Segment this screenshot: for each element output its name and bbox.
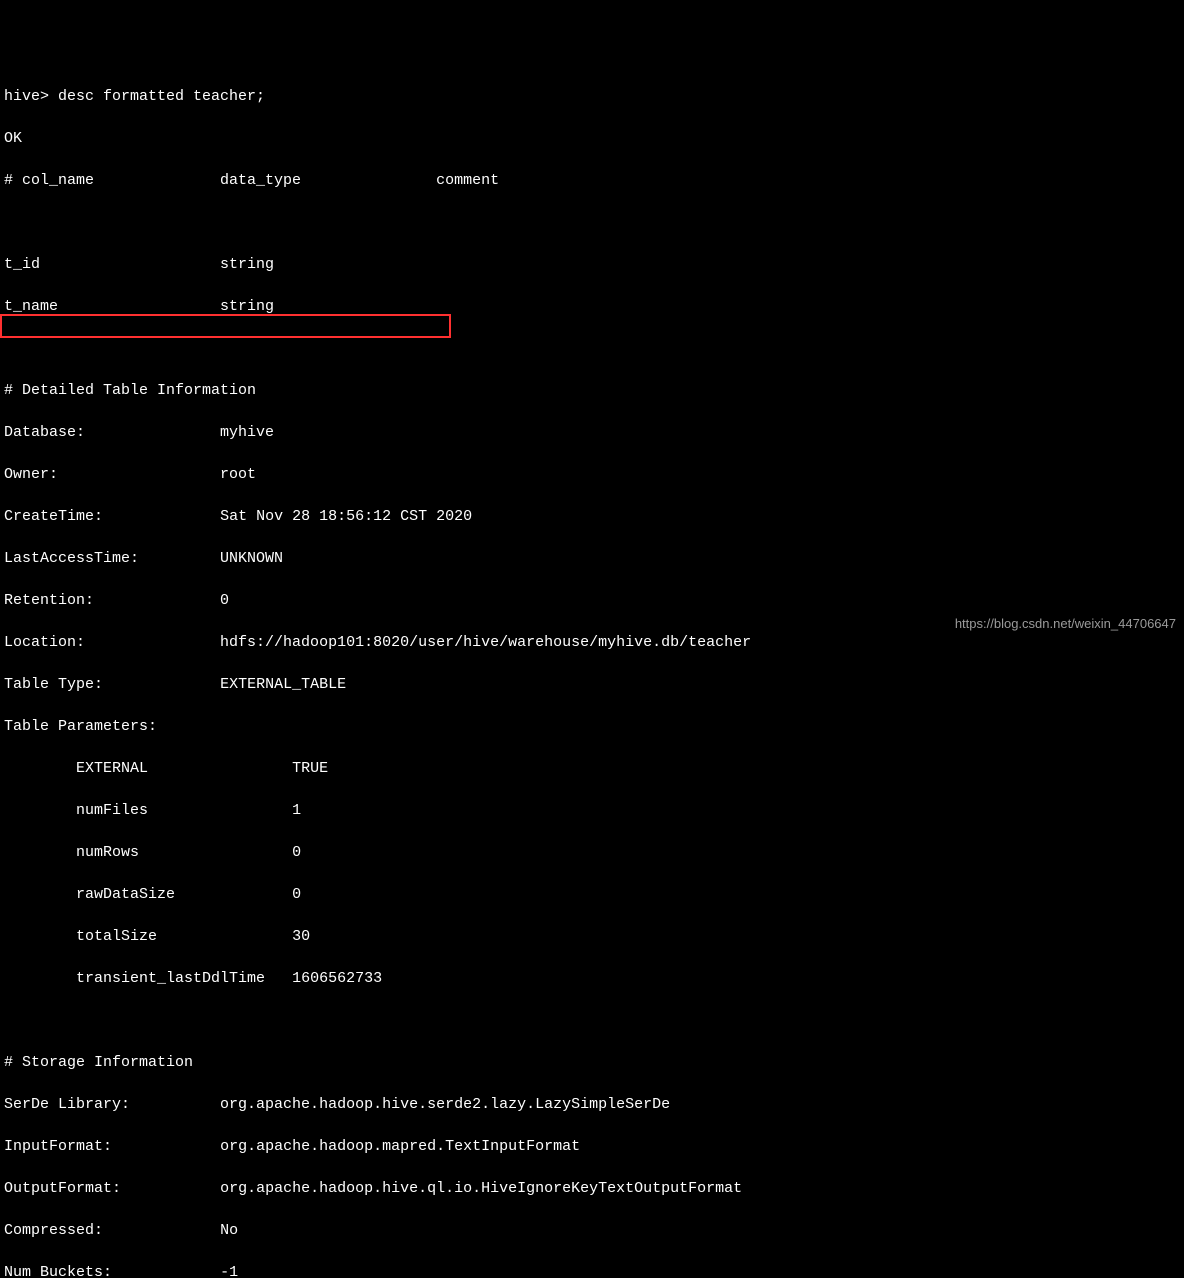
serde-row: SerDe Library: org.apache.hadoop.hive.se… — [4, 1094, 1180, 1115]
retention-row: Retention: 0 — [4, 590, 1180, 611]
location-row: Location: hdfs://hadoop101:8020/user/hiv… — [4, 632, 1180, 653]
param-label: EXTERNAL — [76, 760, 148, 777]
detailed-header: # Detailed Table Information — [4, 380, 1180, 401]
label: InputFormat: — [4, 1138, 112, 1155]
col-name: t_name — [4, 298, 58, 315]
label: Location: — [4, 634, 85, 651]
param-label: numRows — [76, 844, 139, 861]
compressed-row: Compressed: No — [4, 1220, 1180, 1241]
label: Table Type: — [4, 676, 103, 693]
header-data-type: data_type — [220, 172, 301, 189]
header-comment: comment — [436, 172, 499, 189]
param-value: 0 — [292, 844, 301, 861]
column-row: t_name string — [4, 296, 1180, 317]
blank-line — [4, 338, 1180, 359]
value: No — [220, 1222, 238, 1239]
header-col-name: # col_name — [4, 172, 94, 189]
param-label: numFiles — [76, 802, 148, 819]
value: myhive — [220, 424, 274, 441]
param-row: numFiles 1 — [4, 800, 1180, 821]
value: Sat Nov 28 18:56:12 CST 2020 — [220, 508, 472, 525]
ok-line: OK — [4, 128, 1180, 149]
value: org.apache.hadoop.mapred.TextInputFormat — [220, 1138, 580, 1155]
value: hdfs://hadoop101:8020/user/hive/warehous… — [220, 634, 751, 651]
param-row: totalSize 30 — [4, 926, 1180, 947]
value: EXTERNAL_TABLE — [220, 676, 346, 693]
value: 0 — [220, 592, 229, 609]
param-value: 0 — [292, 886, 301, 903]
value: root — [220, 466, 256, 483]
param-label: rawDataSize — [76, 886, 175, 903]
value: UNKNOWN — [220, 550, 283, 567]
blank-line — [4, 1010, 1180, 1031]
command-prompt[interactable]: hive> desc formatted teacher; — [4, 86, 1180, 107]
param-row: transient_lastDdlTime 1606562733 — [4, 968, 1180, 989]
param-label: totalSize — [76, 928, 157, 945]
database-row: Database: myhive — [4, 422, 1180, 443]
param-value: 1606562733 — [292, 970, 382, 987]
param-label: transient_lastDdlTime — [76, 970, 265, 987]
param-row: rawDataSize 0 — [4, 884, 1180, 905]
param-value: 1 — [292, 802, 301, 819]
storage-header: # Storage Information — [4, 1052, 1180, 1073]
col-type: string — [220, 298, 274, 315]
input-row: InputFormat: org.apache.hadoop.mapred.Te… — [4, 1136, 1180, 1157]
watermark: https://blog.csdn.net/weixin_44706647 — [955, 615, 1176, 633]
param-row: numRows 0 — [4, 842, 1180, 863]
tableparams-row: Table Parameters: — [4, 716, 1180, 737]
label: Compressed: — [4, 1222, 103, 1239]
label: CreateTime: — [4, 508, 103, 525]
column-row: t_id string — [4, 254, 1180, 275]
tabletype-row: Table Type: EXTERNAL_TABLE — [4, 674, 1180, 695]
value: org.apache.hadoop.hive.ql.io.HiveIgnoreK… — [220, 1180, 742, 1197]
label: Database: — [4, 424, 85, 441]
param-value: 30 — [292, 928, 310, 945]
owner-row: Owner: root — [4, 464, 1180, 485]
label: Owner: — [4, 466, 58, 483]
col-name: t_id — [4, 256, 40, 273]
col-type: string — [220, 256, 274, 273]
label: SerDe Library: — [4, 1096, 130, 1113]
blank-line — [4, 212, 1180, 233]
label: OutputFormat: — [4, 1180, 121, 1197]
label: Num Buckets: — [4, 1264, 112, 1278]
numbuckets-row: Num Buckets: -1 — [4, 1262, 1180, 1278]
label: Retention: — [4, 592, 94, 609]
value: -1 — [220, 1264, 238, 1278]
lastaccess-row: LastAccessTime: UNKNOWN — [4, 548, 1180, 569]
param-value: TRUE — [292, 760, 328, 777]
label: LastAccessTime: — [4, 550, 139, 567]
output-row: OutputFormat: org.apache.hadoop.hive.ql.… — [4, 1178, 1180, 1199]
createtime-row: CreateTime: Sat Nov 28 18:56:12 CST 2020 — [4, 506, 1180, 527]
value: org.apache.hadoop.hive.serde2.lazy.LazyS… — [220, 1096, 670, 1113]
highlight-rectangle — [0, 314, 451, 338]
header-row: # col_name data_type comment — [4, 170, 1180, 191]
param-row: EXTERNAL TRUE — [4, 758, 1180, 779]
